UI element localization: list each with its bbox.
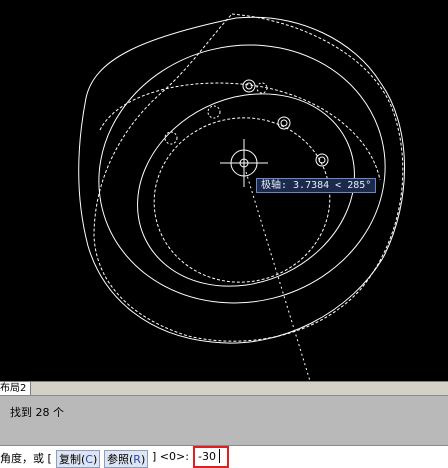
basin-drawing [78, 13, 405, 381]
drawing-canvas[interactable]: 极轴: 3.7384 < 285° [0, 0, 448, 381]
option-reference[interactable]: 参照(R) [104, 450, 149, 468]
command-history: 找到 28 个 [0, 395, 448, 446]
text-caret [219, 449, 220, 463]
prompt-prefix: 角度，或 [ [0, 452, 52, 465]
faucet-hole [280, 119, 288, 127]
faucet-hole [164, 131, 178, 145]
basin-top-contour [99, 82, 381, 181]
prompt-suffix: ] <0>: [152, 450, 189, 463]
basin-bowl-dashed [153, 117, 331, 283]
tab-layout2[interactable]: 布局2 [0, 382, 32, 395]
faucet-hole [207, 105, 221, 119]
command-value: -30 [198, 450, 216, 463]
option-copy[interactable]: 复制(C) [56, 450, 101, 468]
polar-tooltip: 极轴: 3.7384 < 285° [256, 178, 377, 193]
faucet-hole [245, 82, 253, 90]
history-line: 找到 28 个 [10, 406, 64, 419]
command-line[interactable]: 角度，或 [ 复制(C) 参照(R) ] <0>: -30 [0, 445, 448, 468]
faucet-hole [242, 79, 256, 93]
layout-tabstrip: 布局2 [0, 381, 448, 396]
